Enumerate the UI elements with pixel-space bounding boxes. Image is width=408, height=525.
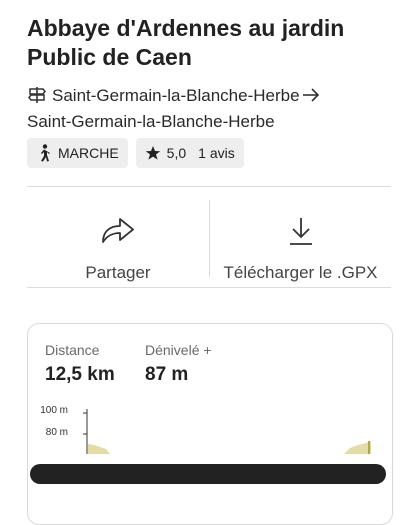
route-start: Saint-Germain-la-Blanche-Herbe	[52, 86, 300, 105]
walking-person-icon	[41, 144, 50, 162]
activity-label: MARCHE	[58, 145, 119, 161]
star-icon	[145, 146, 160, 160]
share-button[interactable]: Partager	[27, 198, 209, 286]
bottom-action-bar[interactable]	[30, 464, 386, 484]
elevation-area-end	[344, 441, 371, 454]
elevation-plot	[83, 409, 371, 454]
arrow-right-icon	[302, 88, 319, 102]
divider-bottom	[27, 287, 391, 288]
route-title-line2: Public de Caen	[27, 44, 192, 70]
activity-chip: MARCHE	[27, 138, 128, 168]
rating-value: 5,0	[166, 145, 187, 161]
share-label: Partager	[85, 263, 151, 282]
route-endpoints: Saint-Germain-la-Blanche-Herbe Saint-Ger…	[27, 83, 387, 135]
download-label: Télécharger le .GPX	[223, 263, 378, 282]
elevation-area-start	[88, 444, 110, 454]
download-gpx-button[interactable]: Télécharger le .GPX	[210, 198, 391, 286]
divider-top	[27, 186, 391, 187]
route-end: Saint-Germain-la-Blanche-Herbe	[27, 112, 275, 131]
stats-card: Distance 12,5 km Dénivelé + 87 m 100 m 8…	[27, 323, 393, 525]
share-arrow-icon	[102, 218, 134, 243]
rating-chip[interactable]: 5,0 1 avis	[135, 138, 244, 168]
reviews-count: 1 avis	[198, 145, 235, 161]
tag-chips: MARCHE 5,0 1 avis	[27, 138, 244, 168]
download-icon	[289, 218, 312, 245]
route-title: Abbaye d'Ardennes au jardin Public de Ca…	[27, 14, 377, 72]
signpost-icon	[28, 87, 46, 103]
route-title-line1: Abbaye d'Ardennes au jardin	[27, 15, 345, 41]
